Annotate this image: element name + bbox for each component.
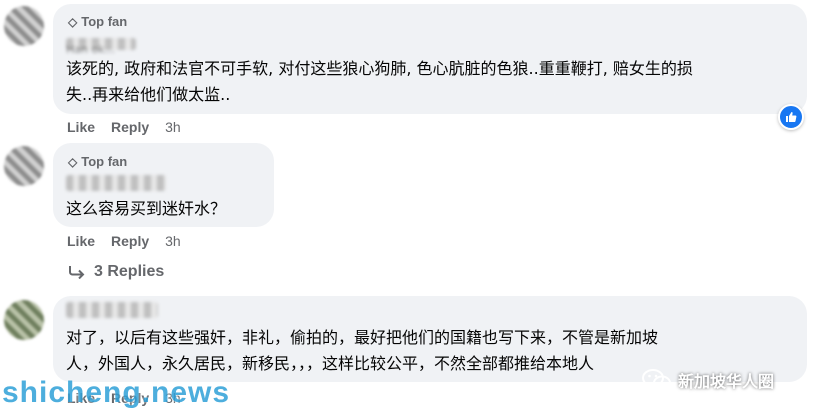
site-watermark: shicheng.news bbox=[2, 376, 231, 409]
like-button[interactable]: Like bbox=[67, 119, 95, 135]
top-fan-label: Top fan bbox=[81, 14, 128, 29]
avatar[interactable] bbox=[4, 6, 44, 46]
comment-text: 这么容易买到迷奸水？ bbox=[66, 196, 226, 222]
commenter-name[interactable] bbox=[66, 302, 158, 318]
comment-actions: Like Reply 3h bbox=[67, 119, 181, 135]
commenter-name[interactable] bbox=[66, 175, 166, 191]
thumbs-up-icon bbox=[786, 112, 797, 122]
top-fan-label: Top fan bbox=[81, 154, 128, 169]
comment-actions: Like Reply 3h bbox=[67, 233, 181, 249]
replies-count: 3 Replies bbox=[94, 263, 165, 280]
reaction-badge[interactable] bbox=[778, 104, 804, 130]
top-fan-badge: ◇ Top fan bbox=[68, 154, 127, 169]
wechat-icon bbox=[642, 369, 671, 391]
comment-line: 失..再来给他们做太监.. bbox=[66, 85, 231, 104]
avatar[interactable] bbox=[4, 300, 44, 340]
comment-text: 该死的, 政府和法官不可手软, 对付这些狼心狗肺, 色心肮脏的色狼..重重鞭打,… bbox=[66, 56, 693, 108]
top-fan-badge: ◇ Top fan bbox=[68, 14, 127, 29]
comment-line: 对了，以后有这些强奸，非礼，偷拍的，最好把他们的国籍也写下来，不管是新加坡 bbox=[66, 328, 659, 347]
reply-button[interactable]: Reply bbox=[111, 119, 149, 135]
wechat-label: 新加坡华人圈 bbox=[678, 372, 775, 391]
diamond-icon: ◇ bbox=[68, 154, 78, 169]
view-replies-link[interactable]: 3 Replies bbox=[68, 263, 164, 281]
comment-text: 对了，以后有这些强奸，非礼，偷拍的，最好把他们的国籍也写下来，不管是新加坡 人，… bbox=[66, 325, 658, 377]
diamond-icon: ◇ bbox=[68, 14, 78, 29]
wechat-watermark: 新加坡华人圈 bbox=[642, 368, 774, 392]
comment-line: 该死的, 政府和法官不可手软, 对付这些狼心狗肺, 色心肮脏的色狼..重重鞭打,… bbox=[66, 59, 693, 78]
reply-button[interactable]: Reply bbox=[111, 233, 149, 249]
avatar[interactable] bbox=[4, 146, 44, 186]
like-button[interactable]: Like bbox=[67, 233, 95, 249]
reply-arrow-icon bbox=[69, 266, 85, 279]
timestamp[interactable]: 3h bbox=[165, 233, 181, 249]
comment-line: 人，外国人，永久居民，新移民，，，这样比较公平，不然全部都推给本地人 bbox=[66, 354, 595, 373]
commenter-name[interactable]: Han ok... bbox=[66, 38, 136, 56]
timestamp[interactable]: 3h bbox=[165, 119, 181, 135]
comment-line: 这么容易买到迷奸水？ bbox=[66, 199, 227, 218]
